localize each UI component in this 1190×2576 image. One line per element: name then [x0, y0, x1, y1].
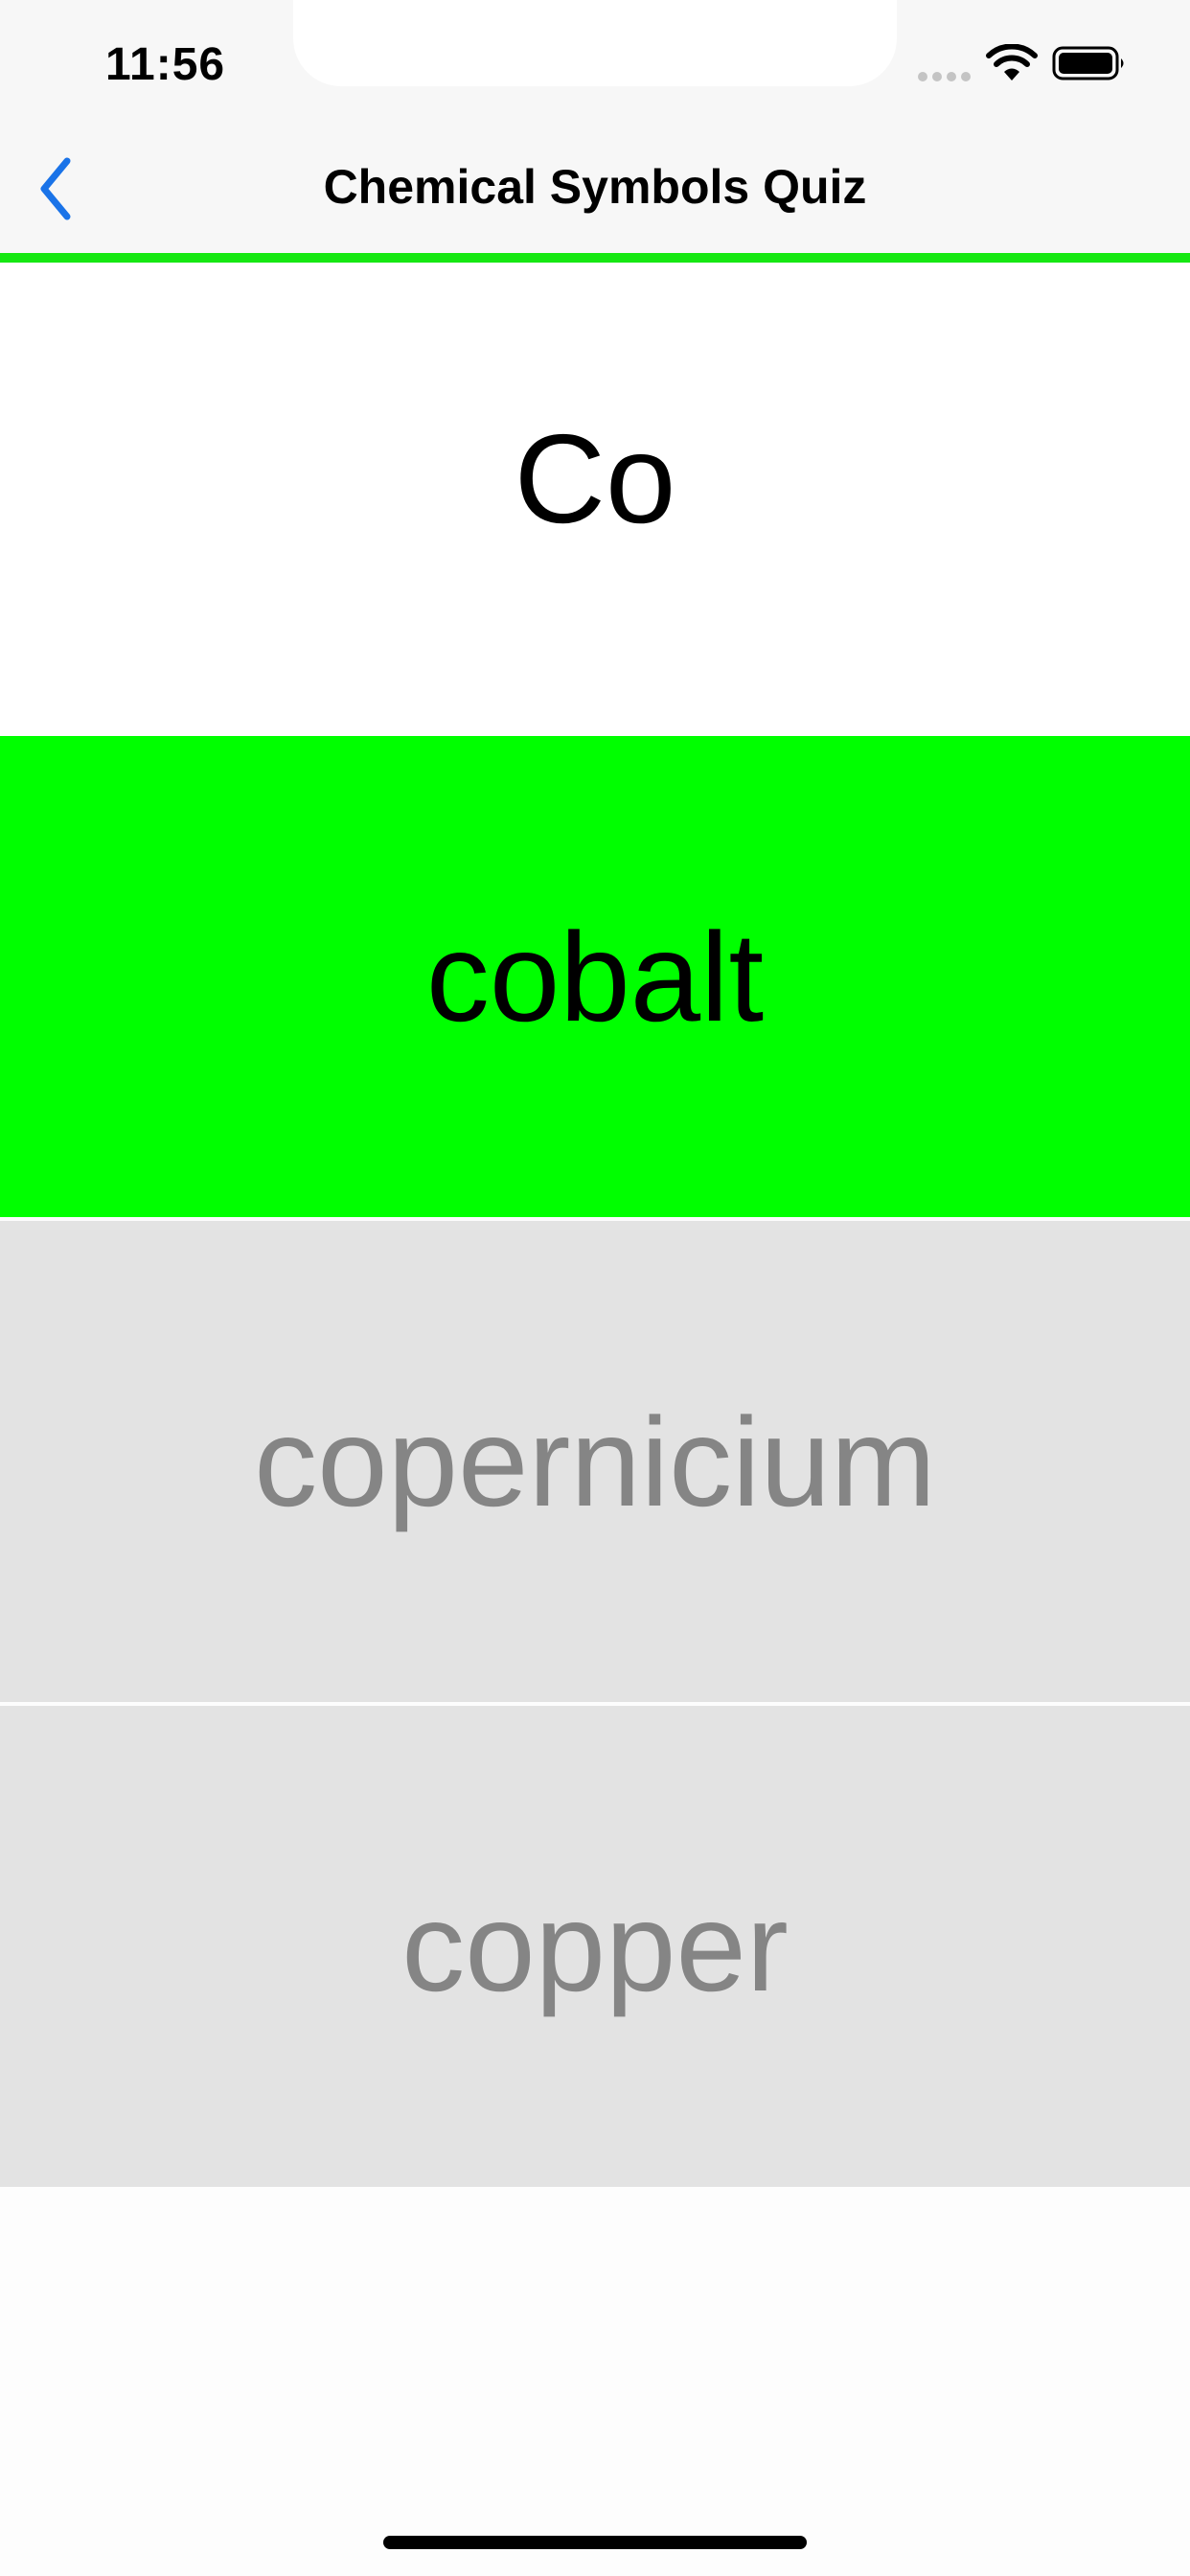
home-indicator[interactable]	[383, 2536, 807, 2549]
quiz-progress-bar	[0, 253, 1190, 263]
question-area: Co	[0, 263, 1190, 736]
wifi-icon	[986, 44, 1038, 80]
question-symbol: Co	[514, 407, 676, 549]
page-title: Chemical Symbols Quiz	[323, 160, 867, 214]
answer-option-copernicium[interactable]: copernicium	[0, 1221, 1190, 1702]
top-bar: 11:56 Chemical Symbols Quiz	[0, 0, 1190, 253]
quiz-progress-fill	[0, 253, 1190, 263]
status-time: 11:56	[105, 39, 226, 90]
answer-option-copper[interactable]: copper	[0, 1706, 1190, 2187]
device-notch	[293, 0, 897, 86]
battery-icon	[1052, 46, 1124, 80]
answer-option-cobalt[interactable]: cobalt	[0, 736, 1190, 1217]
cellular-signal-icon	[918, 72, 971, 81]
